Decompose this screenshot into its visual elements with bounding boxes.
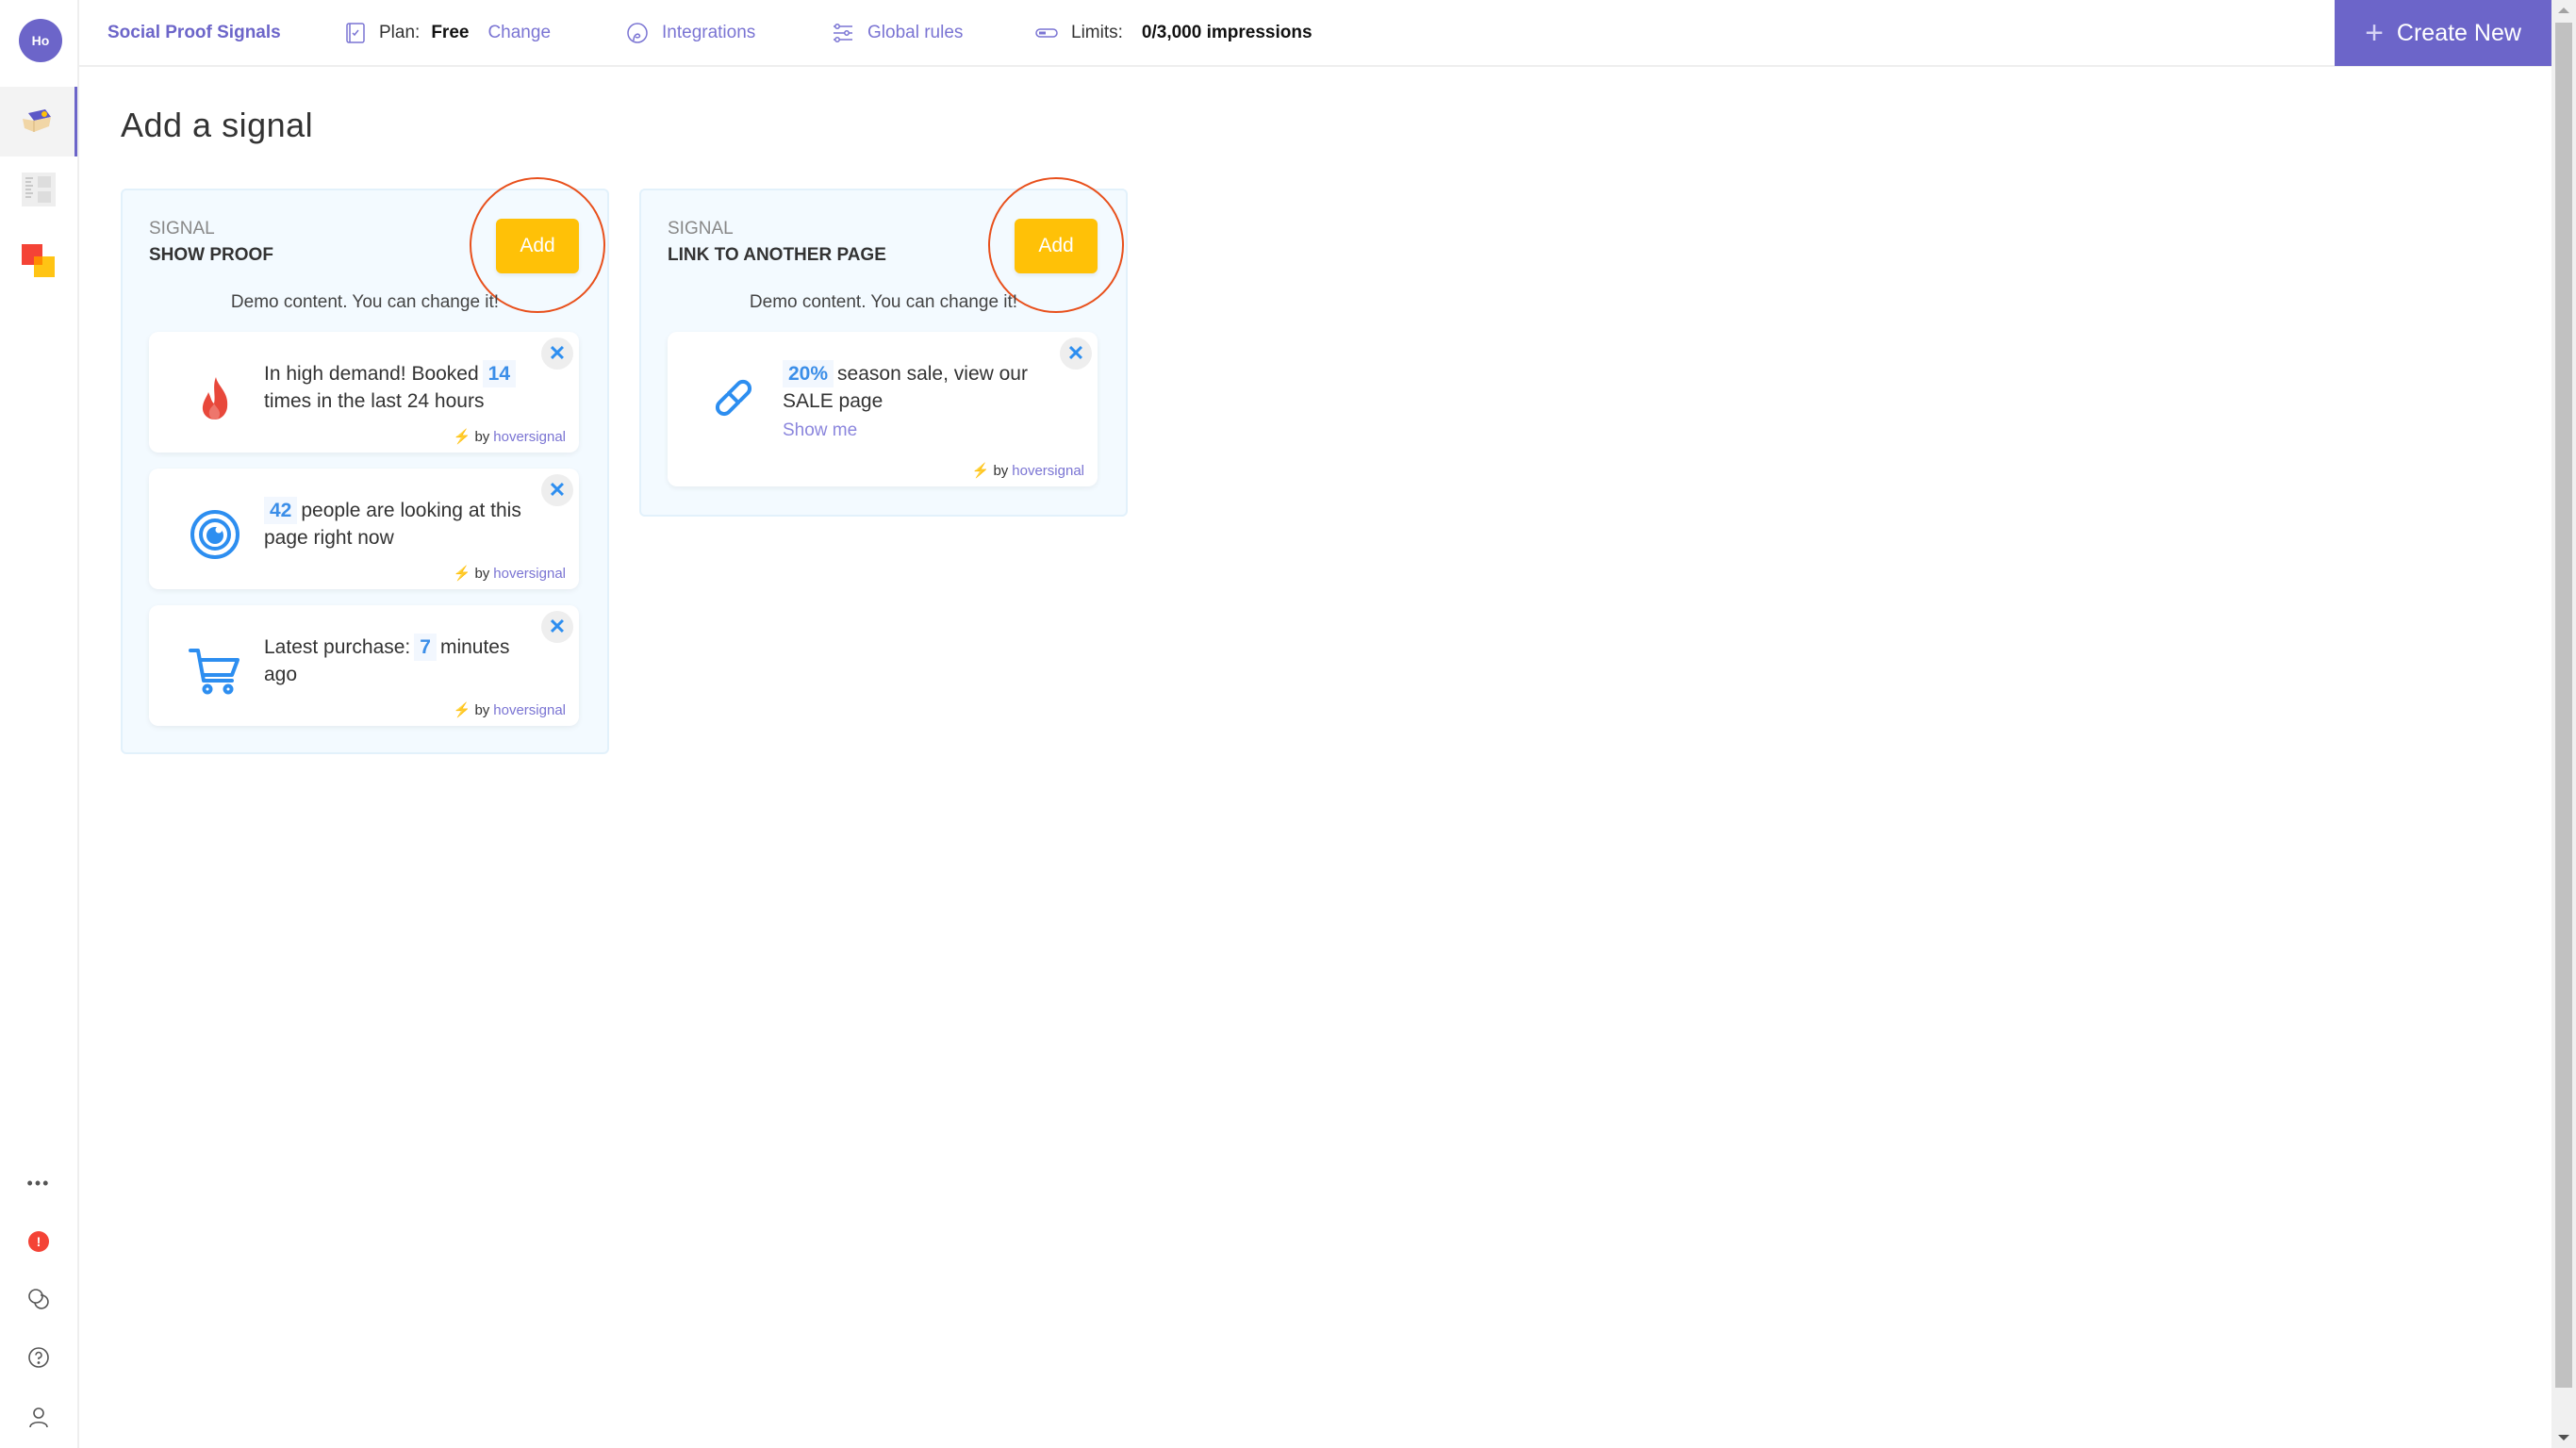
sidebar-item-help[interactable] xyxy=(0,1336,77,1383)
proof-text: Latest purchase: 7 minutes ago xyxy=(264,634,547,688)
scroll-down-arrow-icon[interactable] xyxy=(2558,1435,2569,1440)
plan-value: Free xyxy=(431,22,470,42)
flame-icon xyxy=(187,370,243,426)
integrations-icon xyxy=(626,22,649,44)
plan-checkbox-icon xyxy=(345,22,366,44)
proof-number: 14 xyxy=(482,360,517,387)
more-dots-icon: ••• xyxy=(26,1173,51,1193)
sidebar-item-more[interactable]: ••• xyxy=(0,1160,77,1207)
powered-by: ⚡ by hoversignal xyxy=(453,701,566,719)
close-icon[interactable]: ✕ xyxy=(541,474,573,506)
hoversignal-link[interactable]: hoversignal xyxy=(493,566,566,582)
hoversignal-link[interactable]: hoversignal xyxy=(493,702,566,718)
brand-title[interactable]: Social Proof Signals xyxy=(107,23,281,43)
signal-card-show-proof: SIGNAL SHOW PROOF Add Demo content. You … xyxy=(121,177,609,754)
sidebar-item-templates[interactable] xyxy=(0,156,77,226)
user-icon xyxy=(27,1406,50,1433)
squares-icon xyxy=(22,243,56,283)
limits-label: Limits: xyxy=(1071,22,1123,42)
sidebar-item-alerts[interactable]: ! xyxy=(0,1218,77,1265)
signal-name: LINK TO ANOTHER PAGE xyxy=(668,245,886,265)
limit-bar-icon xyxy=(1035,26,1058,40)
sliders-icon xyxy=(832,23,854,43)
proof-item: Latest purchase: 7 minutes ago ✕ ⚡ by hove… xyxy=(149,605,579,726)
bolt-icon: ⚡ xyxy=(453,702,471,718)
powered-by: ⚡ by hoversignal xyxy=(453,565,566,583)
close-icon[interactable]: ✕ xyxy=(541,337,573,370)
bolt-icon: ⚡ xyxy=(453,566,471,582)
create-new-button[interactable]: + Create New xyxy=(2335,0,2551,66)
powered-by: ⚡ by hoversignal xyxy=(453,428,566,446)
limits-info: Limits: 0/3,000 impressions xyxy=(1035,23,1313,43)
eye-target-icon xyxy=(187,506,243,563)
help-icon xyxy=(27,1346,50,1374)
link-icon xyxy=(705,370,762,426)
integrations-link[interactable]: Integrations xyxy=(626,22,755,44)
plan-change-link[interactable]: Change xyxy=(487,23,551,43)
proof-text: 42 people are looking at this page right … xyxy=(264,497,547,551)
proof-number: 7 xyxy=(414,634,437,661)
chat-icon xyxy=(27,1288,50,1315)
sidebar-item-signals[interactable] xyxy=(0,87,77,156)
proof-number: 42 xyxy=(264,497,298,524)
bolt-icon: ⚡ xyxy=(971,463,990,479)
demo-note: Demo content. You can change it! xyxy=(230,292,500,312)
close-icon[interactable]: ✕ xyxy=(1060,337,1092,370)
show-me-link[interactable]: Show me xyxy=(783,420,857,441)
powered-by: ⚡ by hoversignal xyxy=(971,462,1084,480)
plan-label: Plan: xyxy=(379,22,421,42)
proof-item: In high demand! Booked 14times in the las… xyxy=(149,332,579,452)
limits-value: 0/3,000 impressions xyxy=(1141,22,1313,42)
avatar[interactable]: Ho xyxy=(19,19,62,62)
proof-number: 20% xyxy=(783,360,834,387)
plus-icon: + xyxy=(2365,15,2384,51)
sidebar-item-chat[interactable] xyxy=(0,1277,77,1325)
cart-icon xyxy=(187,643,243,699)
proof-item: 20% season sale, view our SALE page Show … xyxy=(668,332,1098,486)
scroll-up-arrow-icon[interactable] xyxy=(2558,8,2569,13)
box-icon xyxy=(21,106,55,139)
proof-text: In high demand! Booked 14times in the las… xyxy=(264,360,547,415)
add-signal-button[interactable]: Add xyxy=(1015,219,1098,273)
sidebar-item-apps[interactable] xyxy=(0,228,77,298)
hoversignal-link[interactable]: hoversignal xyxy=(1012,463,1084,479)
plan-info: Plan: Free Change xyxy=(345,22,551,44)
signal-name: SHOW PROOF xyxy=(149,245,273,265)
signal-label: SIGNAL xyxy=(668,219,734,239)
sidebar-item-account[interactable] xyxy=(0,1395,77,1442)
page-title: Add a signal xyxy=(121,106,314,144)
hoversignal-link[interactable]: hoversignal xyxy=(493,429,566,445)
demo-note: Demo content. You can change it! xyxy=(749,292,1018,312)
layout-icon xyxy=(22,172,56,211)
scroll-thumb[interactable] xyxy=(2555,23,2572,1388)
scrollbar[interactable] xyxy=(2551,0,2576,1448)
sidebar: Ho ••• ! xyxy=(0,0,79,1448)
close-icon[interactable]: ✕ xyxy=(541,611,573,643)
proof-item: 42 people are looking at this page right … xyxy=(149,469,579,589)
signal-card-link-to-another-page: SIGNAL LINK TO ANOTHER PAGE Add Demo con… xyxy=(639,177,1128,517)
global-rules-link[interactable]: Global rules xyxy=(832,23,963,43)
bolt-icon: ⚡ xyxy=(453,429,471,445)
alert-icon: ! xyxy=(28,1231,49,1252)
top-header: Social Proof Signals Plan: Free Change I… xyxy=(79,0,2551,67)
add-signal-button[interactable]: Add xyxy=(496,219,579,273)
signal-label: SIGNAL xyxy=(149,219,215,239)
proof-text: 20% season sale, view our SALE page xyxy=(783,360,1065,415)
